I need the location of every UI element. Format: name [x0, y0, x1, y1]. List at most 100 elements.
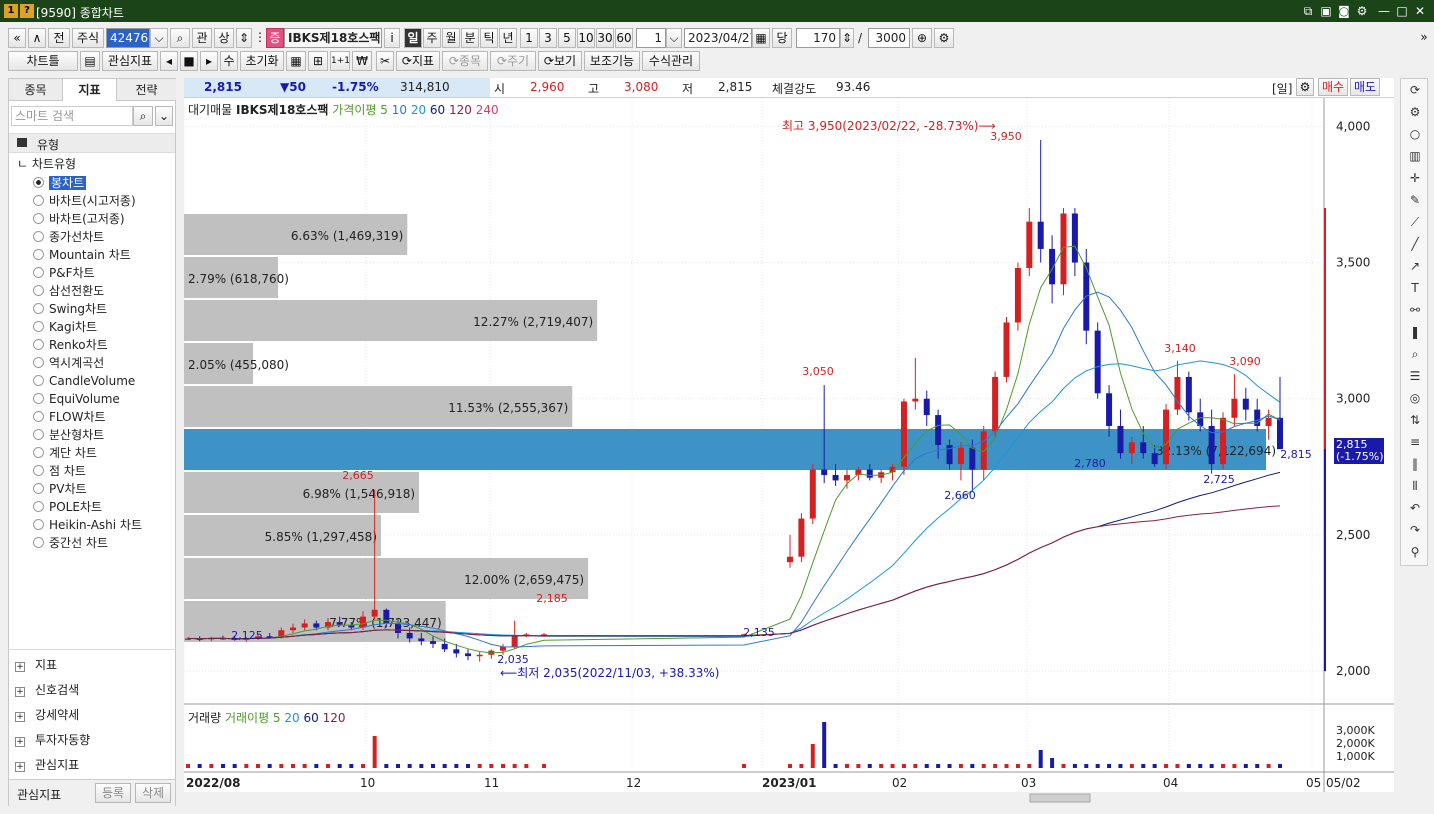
- pattern-icon[interactable]: ⚯: [1406, 301, 1424, 319]
- bars-spinner[interactable]: ⇕: [840, 28, 854, 48]
- radio-icon[interactable]: [33, 447, 44, 458]
- interval-3-button[interactable]: 3: [539, 28, 557, 48]
- chart-area[interactable]: 4,000 3,500 3,000 2,500 2,000 6.63% (1,469,31…: [184, 98, 1394, 804]
- interval-10-button[interactable]: 10: [577, 28, 595, 48]
- chart-type-option[interactable]: Kagi차트: [33, 319, 97, 336]
- radio-icon[interactable]: [33, 357, 44, 368]
- chart-type-option[interactable]: 점 차트: [33, 463, 86, 480]
- target-icon[interactable]: ◎: [1406, 389, 1424, 407]
- radio-icon[interactable]: [33, 411, 44, 422]
- upper-button[interactable]: 상: [214, 28, 234, 48]
- total-input[interactable]: 3000: [868, 28, 910, 48]
- radio-icon[interactable]: [33, 195, 44, 206]
- section-header[interactable]: 유형: [9, 133, 175, 153]
- period-month-button[interactable]: 월: [442, 28, 460, 48]
- chart-type-option[interactable]: PV차트: [33, 481, 87, 498]
- scroll-right-icon[interactable]: ▸: [200, 51, 218, 71]
- radio-icon[interactable]: [33, 339, 44, 350]
- dang-button[interactable]: 당: [772, 28, 792, 48]
- auto-icon[interactable]: ↗: [1406, 257, 1424, 275]
- plus1-button[interactable]: 1+1: [330, 51, 350, 71]
- zoom-in-icon[interactable]: ⌕: [1406, 345, 1424, 363]
- interval-1-button[interactable]: 1: [520, 28, 538, 48]
- search-icon[interactable]: ⌕: [133, 106, 153, 126]
- price-chart[interactable]: 4,000 3,500 3,000 2,500 2,000 6.63% (1,469,31…: [184, 98, 1394, 804]
- up-button[interactable]: ∧: [28, 28, 46, 48]
- chart-type-option[interactable]: Heikin-Ashi 차트: [33, 517, 142, 534]
- period-year-button[interactable]: 년: [499, 28, 517, 48]
- indicator-button[interactable]: ⟳지표: [396, 51, 440, 71]
- formula-button[interactable]: 수식관리: [642, 51, 700, 71]
- group-strength[interactable]: + 강세약세: [15, 705, 79, 725]
- chart-type-option[interactable]: 바차트(고저종): [33, 211, 125, 228]
- maximize-icon[interactable]: □: [1394, 3, 1410, 19]
- chart-type-option[interactable]: POLE차트: [33, 499, 102, 516]
- save-icon[interactable]: ▤: [80, 51, 100, 71]
- undo-icon[interactable]: ↶: [1406, 499, 1424, 517]
- chart-type-option[interactable]: CandleVolume: [33, 373, 135, 390]
- radio-icon[interactable]: [33, 321, 44, 332]
- radio-icon[interactable]: [33, 177, 44, 188]
- aux-button[interactable]: 보조기능: [584, 51, 640, 71]
- settings-icon[interactable]: ⚙: [1354, 3, 1370, 19]
- bars-input[interactable]: 170: [796, 28, 840, 48]
- chart-type-option[interactable]: 삼선전환도: [33, 283, 104, 300]
- chart-type-option[interactable]: 종가선차트: [33, 229, 104, 246]
- chart-type-option[interactable]: 계단 차트: [33, 445, 97, 462]
- chart-type-option[interactable]: Mountain 차트: [33, 247, 131, 264]
- register-button[interactable]: 등록: [95, 783, 131, 803]
- list-icon[interactable]: ☰: [1406, 367, 1424, 385]
- chart-settings-icon[interactable]: ⚙: [1296, 78, 1314, 96]
- grid-icon[interactable]: ‖: [1406, 455, 1424, 473]
- line-tool-icon[interactable]: ⟋: [1406, 213, 1424, 231]
- code-dropdown[interactable]: ⌵: [150, 28, 168, 48]
- count-dropdown[interactable]: ⌵: [666, 28, 682, 48]
- related-button[interactable]: 관: [192, 28, 212, 48]
- radio-icon[interactable]: [33, 537, 44, 548]
- redo-icon[interactable]: ↷: [1406, 521, 1424, 539]
- period-day-button[interactable]: 일: [404, 28, 422, 48]
- chart-type-option[interactable]: 분산형차트: [33, 427, 104, 444]
- radio-icon[interactable]: [33, 249, 44, 260]
- bar-chart-icon[interactable]: ▥: [1406, 147, 1424, 165]
- chart-frame-button[interactable]: 차트틀: [8, 51, 78, 71]
- radio-icon[interactable]: [33, 375, 44, 386]
- zoom-icon[interactable]: ⊕: [912, 28, 932, 48]
- radio-icon[interactable]: [33, 267, 44, 278]
- watch-indicator-button[interactable]: 관심지표: [102, 51, 158, 71]
- chart-type-option[interactable]: 바차트(시고저종): [33, 193, 136, 210]
- chart-type-option[interactable]: 역시계곡선: [33, 355, 104, 372]
- circle-icon[interactable]: ○: [1406, 125, 1424, 143]
- column-icon[interactable]: ⦀: [1406, 477, 1424, 495]
- equal-icon[interactable]: ≡: [1406, 433, 1424, 451]
- close-icon[interactable]: ✕: [1412, 3, 1428, 19]
- pen-icon[interactable]: ✎: [1406, 191, 1424, 209]
- period-button[interactable]: ⟳주기: [490, 51, 536, 71]
- reset-button[interactable]: 초기화: [240, 51, 284, 71]
- candle-icon[interactable]: ❚: [1406, 323, 1424, 341]
- date-input[interactable]: 2023/04/27: [684, 28, 752, 48]
- radio-icon[interactable]: [33, 465, 44, 476]
- radio-icon[interactable]: [33, 231, 44, 242]
- copy-icon[interactable]: ▣: [1318, 3, 1334, 19]
- magnifier-icon[interactable]: ⚲: [1406, 543, 1424, 561]
- chart-type-option[interactable]: 봉차트: [33, 175, 87, 192]
- calendar-icon[interactable]: ▦: [752, 28, 770, 48]
- scroll-left-icon[interactable]: ◂: [160, 51, 178, 71]
- radio-icon[interactable]: [33, 213, 44, 224]
- expand-icon[interactable]: »: [1418, 28, 1430, 48]
- refresh-icon[interactable]: ⟳: [1406, 81, 1424, 99]
- collapse-icon[interactable]: ⌄: [155, 106, 173, 126]
- trend-line-icon[interactable]: ╱: [1406, 235, 1424, 253]
- smart-search-input[interactable]: 스마트 검색: [11, 106, 133, 126]
- prev-button[interactable]: 전: [48, 28, 70, 48]
- interval-30-button[interactable]: 30: [596, 28, 614, 48]
- chart-type-group[interactable]: ㄴ 차트유형: [17, 155, 76, 172]
- radio-icon[interactable]: [33, 519, 44, 530]
- chart-type-option[interactable]: 중간선 차트: [33, 535, 108, 552]
- text-icon[interactable]: T: [1406, 279, 1424, 297]
- scissors-icon[interactable]: ✂: [376, 51, 394, 71]
- interval-60-button[interactable]: 60: [615, 28, 633, 48]
- radio-icon[interactable]: [33, 393, 44, 404]
- minimize-icon[interactable]: —: [1376, 3, 1392, 19]
